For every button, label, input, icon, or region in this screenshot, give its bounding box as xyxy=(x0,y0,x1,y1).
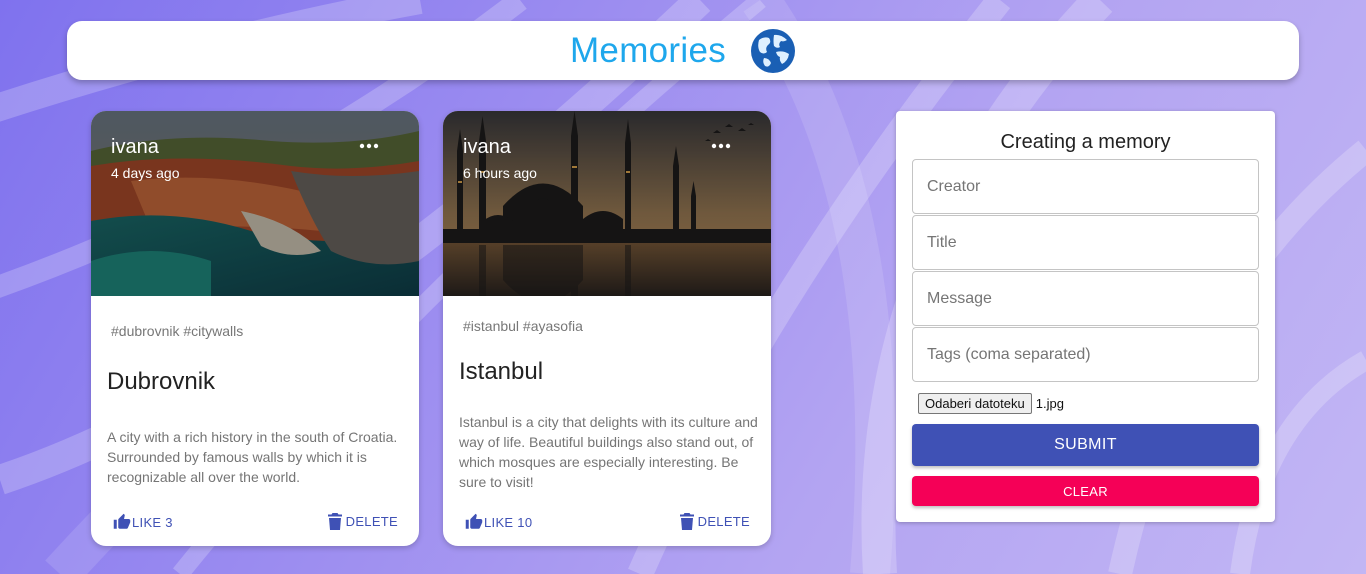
selected-file-name: 1.jpg xyxy=(1035,396,1064,411)
like-label: LIKE 3 xyxy=(132,514,173,530)
more-horiz-icon xyxy=(359,143,379,149)
app-header: Memories xyxy=(67,21,1299,80)
post-message: Istanbul is a city that delights with it… xyxy=(459,414,758,490)
like-label: LIKE 10 xyxy=(484,514,533,530)
form-heading: Creating a memory xyxy=(1000,131,1171,153)
more-horiz-icon xyxy=(711,143,731,149)
post-creator: ivana xyxy=(111,136,159,158)
creator-input[interactable] xyxy=(912,159,1259,214)
title-input[interactable] xyxy=(912,215,1259,270)
post-title: Istanbul xyxy=(459,358,544,385)
card-actions: LIKE 10 DELETE xyxy=(443,513,771,533)
memory-card: ivana 6 hours ago #istanbul #ayasofia Is… xyxy=(443,111,771,546)
message-input[interactable] xyxy=(912,271,1259,326)
app-title: Memories xyxy=(569,30,727,70)
post-tags: #istanbul #ayasofia xyxy=(463,318,583,334)
delete-label: DELETE xyxy=(697,514,750,529)
delete-button[interactable]: DELETE xyxy=(327,513,398,530)
post-time: 4 days ago xyxy=(111,165,180,181)
more-options-button[interactable] xyxy=(711,139,731,153)
memory-card: ivana 4 days ago #dubrovnik #citywalls D… xyxy=(91,111,419,546)
card-actions: LIKE 3 DELETE xyxy=(91,513,419,533)
like-button[interactable]: LIKE 3 xyxy=(113,513,173,531)
post-message: A city with a rich history in the south … xyxy=(107,429,398,485)
delete-label: DELETE xyxy=(345,514,398,529)
post-tags: #dubrovnik #citywalls xyxy=(111,323,244,339)
more-options-button[interactable] xyxy=(359,139,379,153)
file-picker: Odaberi datoteku 1.jpg xyxy=(918,393,1064,414)
like-button[interactable]: LIKE 10 xyxy=(465,513,532,531)
thumb-up-icon xyxy=(465,513,483,529)
trash-icon xyxy=(679,513,694,530)
delete-button[interactable]: DELETE xyxy=(679,513,750,530)
globe-icon xyxy=(751,28,796,73)
post-title: Dubrovnik xyxy=(107,368,216,395)
post-creator: ivana xyxy=(463,136,511,158)
post-time: 6 hours ago xyxy=(463,165,537,181)
choose-file-button[interactable]: Odaberi datoteku xyxy=(918,393,1032,414)
thumb-up-icon xyxy=(113,513,131,529)
memory-form: Creating a memory Odaberi datoteku 1.jpg… xyxy=(896,111,1275,522)
tags-input[interactable] xyxy=(912,327,1259,382)
submit-button[interactable]: SUBMIT xyxy=(912,424,1259,466)
trash-icon xyxy=(327,513,342,530)
clear-button[interactable]: CLEAR xyxy=(912,476,1259,506)
